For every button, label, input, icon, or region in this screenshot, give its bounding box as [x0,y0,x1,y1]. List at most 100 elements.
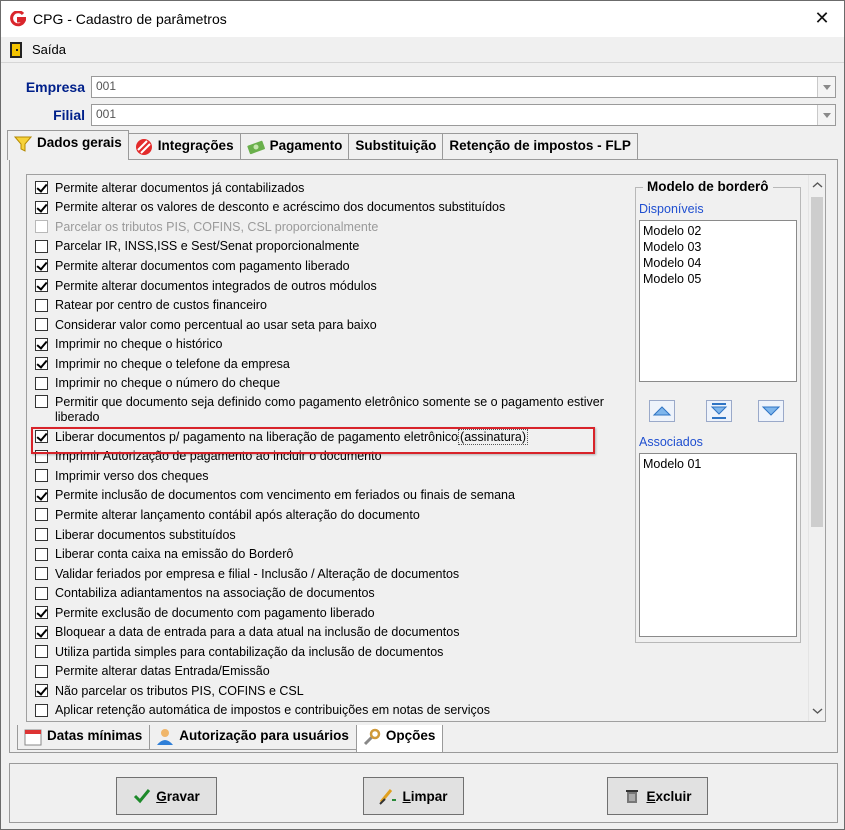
menu-bar: Saída [1,37,844,63]
arrow-up-icon [652,406,672,416]
option-label: Imprimir no cheque o número do cheque [55,376,281,391]
checkbox[interactable] [35,528,48,542]
checkbox[interactable] [35,567,48,581]
checkbox[interactable] [35,395,48,409]
tab-dados-gerais[interactable]: Dados gerais [7,130,129,160]
checkbox[interactable] [35,376,48,390]
option-label: Liberar conta caixa na emissão do Border… [55,547,294,562]
option-checkbox-row[interactable]: Imprimir verso dos cheques [35,466,610,486]
delete-button[interactable]: Excluir [607,777,708,815]
option-checkbox-row[interactable]: Permite alterar lançamento contábil após… [35,505,610,525]
tab-opcoes[interactable]: Opções [355,725,444,753]
checkbox[interactable] [35,645,48,659]
tab-autorizacao-usuarios[interactable]: Autorização para usuários [149,725,357,750]
close-button[interactable]: ✕ [812,8,832,28]
tab-retencao-impostos[interactable]: Retenção de impostos - FLP [442,133,638,160]
empresa-combo[interactable]: 001 [91,76,836,98]
option-checkbox-row[interactable]: Utiliza partida simples para contabiliza… [35,642,610,662]
bordero-title: Modelo de borderô [643,179,773,194]
move-all-down-button[interactable] [706,400,732,422]
checkbox[interactable] [35,298,48,312]
tab-label: Opções [385,728,436,743]
list-item[interactable]: Modelo 02 [643,223,793,239]
checkbox[interactable] [35,547,48,561]
option-checkbox-row[interactable]: Permite alterar documentos já contabiliz… [35,178,610,198]
scrollbar-thumb[interactable] [811,197,823,527]
exit-door-icon[interactable] [10,42,22,58]
tab-datas-minimas[interactable]: Datas mínimas [17,725,151,750]
option-label: Imprimir no cheque o histórico [55,337,223,352]
bordero-group: Modelo de borderô Disponíveis Modelo 02 … [635,179,801,643]
associated-label: Associados [639,435,703,449]
checkbox[interactable] [35,279,48,292]
option-label: Permite alterar os valores de desconto e… [55,200,506,215]
option-checkbox-row[interactable]: Imprimir no cheque o telefone da empresa [35,354,610,374]
checkbox[interactable] [35,606,48,620]
option-checkbox-row[interactable]: Imprimir no cheque o histórico [35,334,610,354]
option-checkbox-row[interactable]: Permite alterar documentos com pagamento… [35,256,610,276]
funnel-icon [14,136,32,152]
move-up-button[interactable] [649,400,675,422]
checkbox[interactable] [35,239,48,253]
checkbox[interactable] [35,586,48,600]
tab-pagamento[interactable]: Pagamento [239,133,350,160]
checkbox[interactable] [35,664,48,678]
chevron-down-icon[interactable] [817,105,835,125]
checkbox[interactable] [35,220,48,234]
vertical-scrollbar[interactable] [808,175,825,721]
tab-substituicao[interactable]: Substituição [348,133,444,160]
option-checkbox-row[interactable]: Parcelar os tributos PIS, COFINS, CSL pr… [35,217,610,237]
option-checkbox-row[interactable]: Ratear por centro de custos financeiro [35,295,610,315]
menu-exit[interactable]: Saída [32,42,66,57]
option-checkbox-row[interactable]: Parcelar IR, INSS,ISS e Sest/Senat propo… [35,237,610,257]
option-checkbox-row[interactable]: Não parcelar os tributos PIS, COFINS e C… [35,681,610,701]
option-checkbox-row[interactable]: Aplicar retenção automática de impostos … [35,701,610,721]
checkbox[interactable] [35,684,48,698]
option-checkbox-row[interactable]: Permite alterar documentos integrados de… [35,276,610,296]
checkbox[interactable] [35,318,48,332]
chevron-down-icon[interactable] [817,77,835,97]
option-label: Não parcelar os tributos PIS, COFINS e C… [55,683,304,698]
option-checkbox-row[interactable]: Bloquear a data de entrada para a data a… [35,622,610,642]
option-label: Permite inclusão de documentos com venci… [55,488,515,503]
option-checkbox-row[interactable]: Imprimir no cheque o número do cheque [35,373,610,393]
clear-button[interactable]: Limpar [363,777,464,815]
move-down-button[interactable] [758,400,784,422]
option-label: Utiliza partida simples para contabiliza… [55,644,444,659]
associated-listbox[interactable]: Modelo 01 [639,453,797,637]
option-checkbox-row[interactable]: Permite inclusão de documentos com venci… [35,486,610,506]
empresa-label: Empresa [25,79,85,95]
option-checkbox-row[interactable]: Permite alterar datas Entrada/Emissão [35,662,610,682]
tab-integracoes[interactable]: Integrações [127,133,241,160]
option-checkbox-row[interactable]: Liberar documentos substituídos [35,525,610,545]
option-checkbox-row[interactable]: Liberar conta caixa na emissão do Border… [35,544,610,564]
option-checkbox-row[interactable]: Permitir que documento seja definido com… [35,393,610,427]
option-checkbox-row[interactable]: Considerar valor como percentual ao usar… [35,315,610,335]
list-item[interactable]: Modelo 01 [643,456,793,472]
option-checkbox-row[interactable]: Permite exclusão de documento com pagame… [35,603,610,623]
checkbox[interactable] [35,703,48,717]
list-item[interactable]: Modelo 05 [643,271,793,287]
highlight-box [31,427,595,454]
checkbox[interactable] [35,200,48,214]
option-checkbox-row[interactable]: Contabiliza adiantamentos na associação … [35,583,610,603]
clear-label: impar [410,788,448,804]
checkbox[interactable] [35,508,48,522]
checkbox[interactable] [35,625,48,639]
chevron-up-icon[interactable] [812,180,823,191]
list-item[interactable]: Modelo 03 [643,239,793,255]
checkbox[interactable] [35,259,48,273]
checkbox[interactable] [35,357,48,371]
checkbox[interactable] [35,488,48,502]
save-label: ravar [166,788,200,804]
checkbox[interactable] [35,181,48,195]
checkbox[interactable] [35,469,48,483]
list-item[interactable]: Modelo 04 [643,255,793,271]
option-checkbox-row[interactable]: Permite alterar os valores de desconto e… [35,198,610,218]
filial-combo[interactable]: 001 [91,104,836,126]
available-listbox[interactable]: Modelo 02 Modelo 03 Modelo 04 Modelo 05 [639,220,797,382]
option-checkbox-row[interactable]: Validar feriados por empresa e filial - … [35,564,610,584]
checkbox[interactable] [35,337,48,351]
save-button[interactable]: Gravar [116,777,217,815]
chevron-down-icon[interactable] [812,705,823,716]
